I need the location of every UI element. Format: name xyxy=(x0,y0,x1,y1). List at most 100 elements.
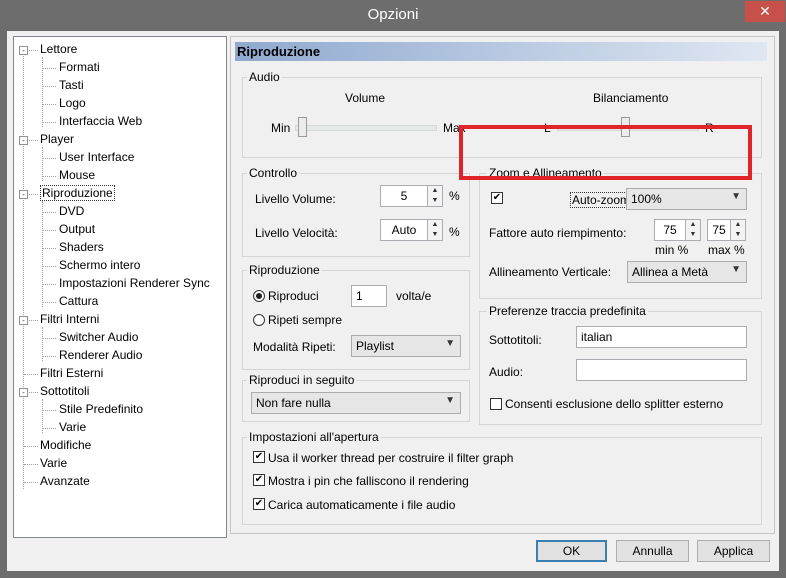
tree-item[interactable]: Avanzate xyxy=(40,474,90,488)
tree-item[interactable]: Mouse xyxy=(59,168,95,182)
ok-button[interactable]: OK xyxy=(536,540,607,562)
fill-max-input[interactable]: 75 xyxy=(707,219,731,241)
apertura-group-label: Impostazioni all'apertura xyxy=(247,430,381,444)
repeat-mode-value: Playlist xyxy=(356,339,395,353)
fill-max-spinner[interactable]: ▲ ▼ xyxy=(730,219,746,241)
align-select[interactable]: Allinea a Metà ▼ xyxy=(627,261,747,283)
tree-line xyxy=(43,284,56,285)
play-count-input[interactable]: 1 xyxy=(351,285,387,307)
tree-item[interactable]: Switcher Audio xyxy=(59,330,138,344)
repeat-mode-label: Modalità Ripeti: xyxy=(253,340,336,354)
volume-slider-track[interactable] xyxy=(295,125,437,131)
cancel-button[interactable]: Annulla xyxy=(616,540,689,562)
tree-line xyxy=(24,464,38,465)
tree-item-label: Output xyxy=(59,222,96,236)
close-button[interactable]: ✕ xyxy=(745,1,785,22)
title-bar[interactable]: Opzioni ✕ xyxy=(0,0,786,31)
tree-item[interactable]: Varie xyxy=(59,420,86,434)
tree-item[interactable]: Lettore xyxy=(40,42,77,56)
auto-audio-checkbox[interactable]: ✔ xyxy=(253,498,265,510)
tree-item[interactable]: Impostazioni Renderer Sync xyxy=(59,276,210,290)
worker-thread-label: Usa il worker thread per costruire il fi… xyxy=(268,451,514,465)
speed-level-input[interactable]: Auto xyxy=(380,219,428,241)
align-label: Allineamento Verticale: xyxy=(489,265,612,279)
tree-line xyxy=(43,428,56,429)
tree-item-label: Sottotitoli xyxy=(40,384,90,398)
tree-item[interactable]: Stile Predefinito xyxy=(59,402,143,416)
tree-item[interactable]: Sottotitoli xyxy=(40,384,89,398)
tree-line xyxy=(43,212,56,213)
audio-track-label: Audio: xyxy=(489,365,524,379)
tree-item[interactable]: Filtri Esterni xyxy=(40,366,103,380)
after-playback-select[interactable]: Non fare nulla ▼ xyxy=(251,392,461,414)
tree-line xyxy=(24,482,38,483)
tree-item-label: Logo xyxy=(59,96,86,110)
splitter-checkbox[interactable] xyxy=(490,398,502,410)
chevron-down-icon: ▼ xyxy=(445,338,455,349)
audio-track-input[interactable] xyxy=(576,359,747,381)
play-radio[interactable] xyxy=(253,290,265,302)
subs-label: Sottotitoli: xyxy=(489,333,542,347)
tree-line xyxy=(43,176,56,177)
fill-min-input[interactable]: 75 xyxy=(654,219,686,241)
collapse-icon[interactable]: - xyxy=(19,388,28,397)
tree-item-label: Impostazioni Renderer Sync xyxy=(59,276,210,290)
tree-item[interactable]: Renderer Audio xyxy=(59,348,142,362)
collapse-icon[interactable]: - xyxy=(19,136,28,145)
tree-item[interactable]: Schermo intero xyxy=(59,258,140,272)
tree-item[interactable]: Riproduzione xyxy=(40,185,115,201)
apply-button[interactable]: Applica xyxy=(697,540,770,562)
tree-line xyxy=(24,446,38,447)
tracce-group-label: Preferenze traccia predefinita xyxy=(487,304,648,318)
chevron-down-icon: ▼ xyxy=(731,191,741,202)
tree-line xyxy=(43,104,56,105)
audio-group-label: Audio xyxy=(247,70,282,84)
tree-item[interactable]: Tasti xyxy=(59,78,84,92)
tree-item-label: Cattura xyxy=(59,294,99,308)
tree-item-label: Tasti xyxy=(59,78,84,92)
tree-item[interactable]: Cattura xyxy=(59,294,98,308)
volume-level-spinner[interactable]: ▲ ▼ xyxy=(427,185,443,207)
tree-line xyxy=(43,356,56,357)
riproduzione-group-label: Riproduzione xyxy=(247,263,322,277)
tree-line xyxy=(43,68,56,69)
repeat-radio[interactable] xyxy=(253,314,265,326)
worker-thread-checkbox[interactable]: ✔ xyxy=(253,451,265,463)
tree-item[interactable]: Varie xyxy=(40,456,67,470)
options-tree[interactable]: Lettore - Formati Tasti Logo Interfaccia Web P… xyxy=(13,36,227,538)
tree-line xyxy=(43,158,56,159)
auto-zoom-select[interactable]: 100% ▼ xyxy=(626,188,747,210)
chevron-down-icon: ▼ xyxy=(731,264,741,275)
volume-level-input[interactable]: 5 xyxy=(380,185,428,207)
volume-min-label: Min xyxy=(271,121,291,135)
sequenza-group-label: Riproduci in seguito xyxy=(247,373,357,387)
tree-item[interactable]: User Interface xyxy=(59,150,134,164)
volume-level-label: Livello Volume: xyxy=(255,192,336,206)
show-pins-checkbox[interactable]: ✔ xyxy=(253,474,265,486)
fill-min-spinner[interactable]: ▲ ▼ xyxy=(685,219,701,241)
repeat-label: Ripeti sempre xyxy=(268,313,343,327)
tree-item[interactable]: Logo xyxy=(59,96,86,110)
repeat-mode-select[interactable]: Playlist ▼ xyxy=(351,335,461,357)
tree-item[interactable]: Modifiche xyxy=(40,438,91,452)
tree-item-label: Lettore xyxy=(40,42,78,56)
tree-item[interactable]: Player xyxy=(40,132,74,146)
auto-zoom-checkbox[interactable]: ✔ xyxy=(491,192,503,204)
collapse-icon[interactable]: - xyxy=(19,190,28,199)
tree-item[interactable]: Formati xyxy=(59,60,100,74)
tree-item[interactable]: Filtri Interni xyxy=(40,312,99,326)
tree-item[interactable]: DVD xyxy=(59,204,84,218)
tree-line xyxy=(43,266,56,267)
tree-item[interactable]: Output xyxy=(59,222,95,236)
window-title: Opzioni xyxy=(367,6,419,23)
auto-zoom-value: 100% xyxy=(631,192,662,206)
volume-slider-thumb[interactable] xyxy=(298,117,307,137)
speed-level-spinner[interactable]: ▲ ▼ xyxy=(427,219,443,241)
page-title: Riproduzione xyxy=(235,42,767,61)
subs-input[interactable]: italian xyxy=(576,326,747,348)
collapse-icon[interactable]: - xyxy=(19,316,28,325)
tree-line xyxy=(43,230,56,231)
collapse-icon[interactable]: - xyxy=(19,46,28,55)
tree-item[interactable]: Interfaccia Web xyxy=(59,114,142,128)
tree-item[interactable]: Shaders xyxy=(59,240,104,254)
